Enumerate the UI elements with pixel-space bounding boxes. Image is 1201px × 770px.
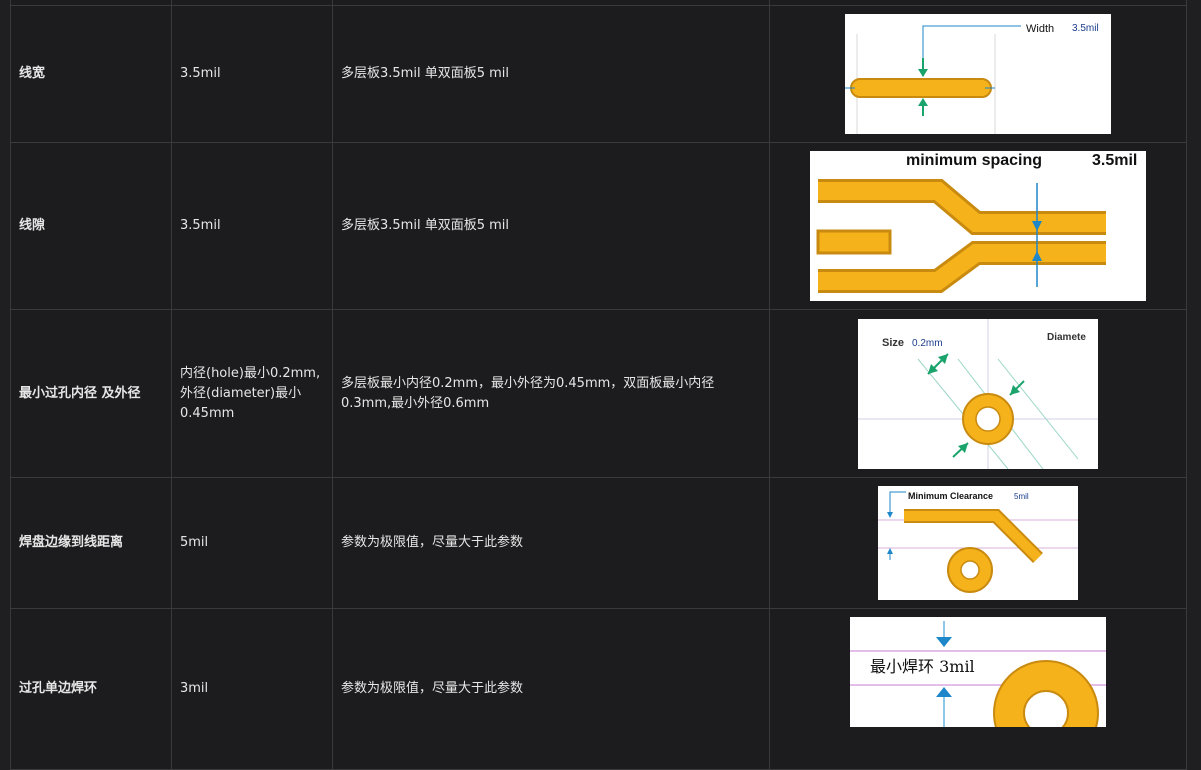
param-value: 内径(hole)最小0.2mm,外径(diameter)最小0.45mm: [171, 309, 333, 478]
line-width-diagram: Width 3.5mil: [845, 14, 1111, 134]
illustration-cell: Minimum Clearance 5mil: [769, 477, 1187, 609]
via-size-diagram: Size 0.2mm Diamete: [858, 318, 1098, 469]
param-name: 焊盘边缘到线距离: [10, 477, 172, 609]
diagram-value: 3.5mil: [1072, 23, 1099, 34]
diagram-label-diameter: Diamete: [1047, 331, 1086, 343]
table-row: 焊盘边缘到线距离 5mil 参数为极限值，尽量大于此参数 Minimum Cle…: [10, 477, 1187, 609]
table-row: 过孔单边焊环 3mil 参数为极限值，尽量大于此参数 最小焊环 3mil: [10, 608, 1187, 770]
param-description: 参数为极限值，尽量大于此参数: [332, 477, 770, 609]
table-row: 线宽 3.5mil 多层板3.5mil 单双面板5 mil Width 3.5m…: [10, 5, 1187, 143]
param-value: 3.5mil: [171, 5, 333, 143]
spacing-diagram: minimum spacing 3.5mil: [810, 151, 1146, 301]
illustration-cell: Size 0.2mm Diamete: [769, 309, 1187, 478]
diagram-label: minimum spacing: [906, 152, 1043, 169]
pcb-spec-table: 线宽 3.5mil 多层板3.5mil 单双面板5 mil Width 3.5m…: [10, 0, 1187, 770]
annular-ring-diagram: 最小焊环 3mil: [850, 617, 1106, 727]
param-name: 线宽: [10, 5, 172, 143]
param-description: 多层板最小内径0.2mm，最小外径为0.45mm，双面板最小内径0.3mm,最小…: [332, 309, 770, 478]
illustration-cell: 最小焊环 3mil: [769, 608, 1187, 770]
illustration-cell: Width 3.5mil: [769, 5, 1187, 143]
table-row: 线隙 3.5mil 多层板3.5mil 单双面板5 mil minimum sp…: [10, 142, 1187, 310]
param-name: 过孔单边焊环: [10, 608, 172, 770]
param-value: 5mil: [171, 477, 333, 609]
diagram-value: 5mil: [1014, 492, 1029, 501]
param-description: 多层板3.5mil 单双面板5 mil: [332, 142, 770, 310]
param-description: 参数为极限值，尽量大于此参数: [332, 608, 770, 770]
table-row: 最小过孔内径 及外径 内径(hole)最小0.2mm,外径(diameter)最…: [10, 309, 1187, 478]
param-name: 最小过孔内径 及外径: [10, 309, 172, 478]
param-name: 线隙: [10, 142, 172, 310]
param-value: 3mil: [171, 608, 333, 770]
illustration-cell: minimum spacing 3.5mil: [769, 142, 1187, 310]
diagram-value: 0.2mm: [912, 337, 943, 349]
diagram-label: Minimum Clearance: [908, 491, 994, 501]
param-value: 3.5mil: [171, 142, 333, 310]
param-description: 多层板3.5mil 单双面板5 mil: [332, 5, 770, 143]
spacing-svg: [816, 179, 1106, 293]
diagram-label: 最小焊环 3mil: [870, 657, 975, 676]
diagram-value: 3.5mil: [1092, 152, 1138, 169]
diagram-label: Size: [882, 336, 905, 349]
diagram-label: Width: [1026, 23, 1055, 35]
spec-table-page: 线宽 3.5mil 多层板3.5mil 单双面板5 mil Width 3.5m…: [0, 0, 1201, 770]
clearance-diagram: Minimum Clearance 5mil: [878, 486, 1078, 600]
